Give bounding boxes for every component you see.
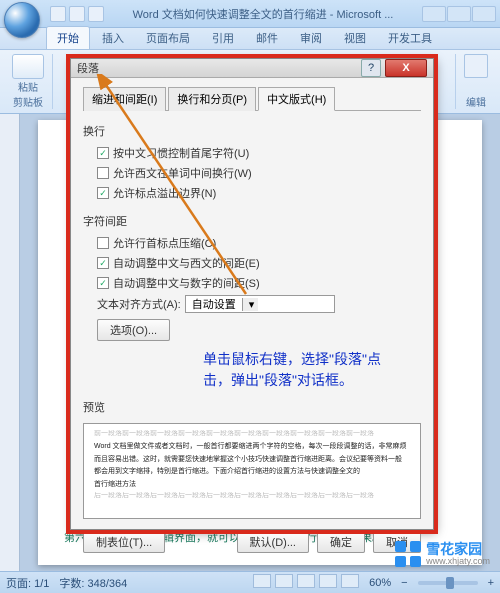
window-titlebar: Word 文档如何快速调整全文的首行缩进 - Microsoft ...: [0, 0, 500, 28]
ribbon-tab-review[interactable]: 审阅: [290, 27, 332, 49]
status-page[interactable]: 页面: 1/1: [6, 575, 49, 591]
watermark-name: 雪花家园: [426, 542, 490, 556]
dialog-tab-breaks[interactable]: 换行和分页(P): [168, 87, 256, 111]
dialog-help-button[interactable]: ?: [361, 59, 381, 77]
view-print-icon[interactable]: [253, 574, 271, 588]
vertical-ruler: [0, 114, 20, 571]
zoom-value[interactable]: 60%: [369, 577, 391, 589]
paragraph-dialog: 段落 ? X 缩进和间距(I) 换行和分页(P) 中文版式(H) 换行 ✓ 按中文…: [70, 58, 434, 530]
watermark: 雪花家园 www.xhjaty.com: [391, 539, 494, 569]
view-read-icon[interactable]: [275, 574, 293, 588]
dialog-close-button[interactable]: X: [385, 59, 427, 77]
window-title: Word 文档如何快速调整全文的首行缩进 - Microsoft ...: [104, 6, 422, 22]
row-chk1: ✓ 按中文习惯控制首尾字符(U): [97, 145, 421, 161]
status-bar: 页面: 1/1 字数: 348/364 60% − +: [0, 571, 500, 593]
preview-grey-after: 后一段落后一段落后一段落后一段落后一段落后一段落后一段落后一段落后一段落后一段落: [94, 492, 410, 500]
office-orb-button[interactable]: [4, 2, 40, 38]
zoom-in-icon[interactable]: +: [488, 577, 494, 589]
quick-access-toolbar: [50, 6, 104, 22]
row-align: 文本对齐方式(A): 自动设置▾: [97, 295, 421, 313]
tabs-button[interactable]: 制表位(T)...: [83, 531, 165, 553]
dialog-tab-chinese[interactable]: 中文版式(H): [258, 87, 335, 111]
chevron-down-icon: ▾: [242, 298, 258, 311]
view-outline-icon[interactable]: [319, 574, 337, 588]
checkbox-punct-overflow[interactable]: ✓: [97, 187, 109, 199]
preview-box: 前一段落前一段落前一段落前一段落前一段落前一段落前一段落前一段落前一段落前一段落…: [83, 423, 421, 519]
redo-icon[interactable]: [88, 6, 104, 22]
dialog-body: 缩进和间距(I) 换行和分页(P) 中文版式(H) 换行 ✓ 按中文习惯控制首尾字…: [71, 78, 433, 559]
ribbon-tab-references[interactable]: 引用: [202, 27, 244, 49]
preview-line1: Word 文档里做文件或者文档时，一般首行都要缩进两个字符的空格，每次一段段调整…: [94, 442, 410, 451]
row-chk3: ✓ 允许标点溢出边界(N): [97, 185, 421, 201]
preview-line2: 而且容易出错。这时，就需要您快速地掌握这个小技巧快速调整首行缩进距离。会议纪要等…: [94, 455, 410, 464]
preview-heading: 预览: [83, 399, 421, 415]
maximize-button[interactable]: [447, 6, 471, 22]
label-chk2: 允许西文在单词中间换行(W): [113, 165, 252, 181]
annotation-text: 单击鼠标右键，选择"段落"点击，弹出"段落"对话框。: [203, 349, 383, 391]
preview-line3: 都会用到文字缩排，特别是首行缩进。下面介绍首行缩进的设置方法与快速调整全文的: [94, 467, 410, 476]
window-controls: [422, 6, 496, 22]
dialog-titlebar[interactable]: 段落 ? X: [71, 59, 433, 78]
checkbox-cn-latin-kern[interactable]: ✓: [97, 257, 109, 269]
align-value: 自动设置: [186, 296, 242, 312]
preview-line4: 首行缩进方法: [94, 480, 410, 489]
ribbon-group-clipboard: 粘贴 剪贴板: [4, 54, 53, 109]
zoom-out-icon[interactable]: −: [401, 577, 407, 589]
align-label: 文本对齐方式(A):: [97, 296, 181, 312]
dialog-tabs: 缩进和间距(I) 换行和分页(P) 中文版式(H): [83, 86, 421, 111]
edit-group-label: 编辑: [466, 94, 486, 109]
zoom-slider[interactable]: [418, 581, 478, 585]
align-combobox[interactable]: 自动设置▾: [185, 295, 335, 313]
section-wrap-heading: 换行: [83, 123, 421, 139]
checkbox-cn-digit-kern[interactable]: ✓: [97, 277, 109, 289]
view-draft-icon[interactable]: [341, 574, 359, 588]
label-chk5: 自动调整中文与西文的间距(E): [113, 255, 260, 271]
view-web-icon[interactable]: [297, 574, 315, 588]
checkbox-chinese-line[interactable]: ✓: [97, 147, 109, 159]
ribbon-tab-view[interactable]: 视图: [334, 27, 376, 49]
row-chk6: ✓ 自动调整中文与数字的间距(S): [97, 275, 421, 291]
checkbox-compress-punct[interactable]: [97, 237, 109, 249]
watermark-logo-icon: [395, 541, 421, 567]
row-chk5: ✓ 自动调整中文与西文的间距(E): [97, 255, 421, 271]
row-chk2: 允许西文在单词中间换行(W): [97, 165, 421, 181]
label-chk4: 允许行首标点压缩(C): [113, 235, 216, 251]
row-chk4: 允许行首标点压缩(C): [97, 235, 421, 251]
ribbon-tab-insert[interactable]: 插入: [92, 27, 134, 49]
minimize-button[interactable]: [422, 6, 446, 22]
ribbon-tab-mailings[interactable]: 邮件: [246, 27, 288, 49]
dialog-title: 段落: [77, 60, 361, 76]
dialog-footer: 制表位(T)... 默认(D)... 确定 取消: [83, 527, 421, 553]
label-chk1: 按中文习惯控制首尾字符(U): [113, 145, 249, 161]
undo-icon[interactable]: [69, 6, 85, 22]
view-buttons: [252, 574, 359, 591]
ribbon-group-edit: 编辑: [455, 54, 496, 109]
label-chk6: 自动调整中文与数字的间距(S): [113, 275, 260, 291]
status-words[interactable]: 字数: 348/364: [59, 575, 127, 591]
row-options: 选项(O)...: [97, 319, 421, 341]
close-button[interactable]: [472, 6, 496, 22]
save-icon[interactable]: [50, 6, 66, 22]
ok-button[interactable]: 确定: [317, 531, 365, 553]
paste-label: 粘贴: [18, 79, 38, 94]
section-spacing-heading: 字符间距: [83, 213, 421, 229]
ribbon-tab-developer[interactable]: 开发工具: [378, 27, 442, 49]
watermark-url: www.xhjaty.com: [426, 556, 490, 566]
preview-grey-before: 前一段落前一段落前一段落前一段落前一段落前一段落前一段落前一段落前一段落前一段落: [94, 430, 410, 438]
checkbox-latin-wrap[interactable]: [97, 167, 109, 179]
clipboard-group-label: 剪贴板: [13, 94, 43, 109]
ribbon-tab-layout[interactable]: 页面布局: [136, 27, 200, 49]
ribbon-tab-home[interactable]: 开始: [46, 26, 90, 49]
options-button[interactable]: 选项(O)...: [97, 319, 170, 341]
find-icon[interactable]: [464, 54, 488, 78]
dialog-tab-indent[interactable]: 缩进和间距(I): [83, 87, 166, 111]
default-button[interactable]: 默认(D)...: [237, 531, 309, 553]
ribbon-tabs: 开始 插入 页面布局 引用 邮件 审阅 视图 开发工具: [0, 28, 500, 50]
label-chk3: 允许标点溢出边界(N): [113, 185, 216, 201]
paste-button[interactable]: [12, 54, 44, 79]
